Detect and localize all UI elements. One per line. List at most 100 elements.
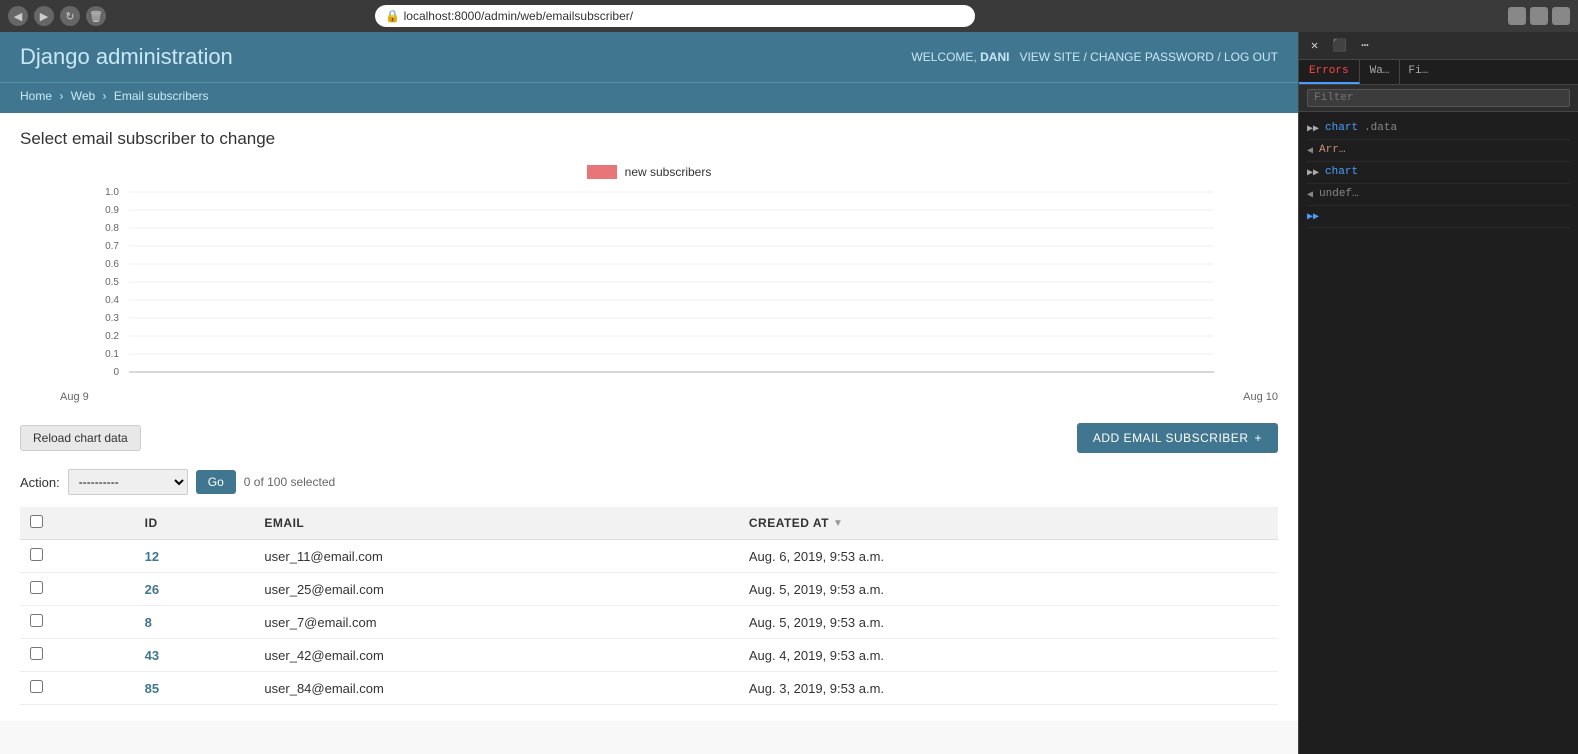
- row-id-link[interactable]: 12: [145, 549, 159, 564]
- add-email-subscriber-button[interactable]: ADD EMAIL SUBSCRIBER +: [1077, 423, 1278, 453]
- console-line-1: ▶▶ chart.data: [1307, 118, 1570, 140]
- devtools-close-btn[interactable]: ✕: [1307, 36, 1322, 55]
- row-id-link[interactable]: 43: [145, 648, 159, 663]
- table-row: 85 user_84@email.com Aug. 3, 2019, 9:53 …: [20, 672, 1278, 705]
- row-id-cell: 26: [135, 573, 255, 606]
- x-label-end: Aug 10: [1243, 391, 1278, 403]
- username: DANI: [980, 50, 1009, 64]
- chart-container: new subscribers 1.0 0.9 0.8 0.7 0.6 0.5 …: [20, 165, 1278, 403]
- forward-button[interactable]: ▶: [34, 6, 54, 26]
- reload-button[interactable]: ↻: [60, 6, 80, 26]
- row-checkbox-cell: [20, 606, 135, 639]
- stop-button[interactable]: 🗑: [86, 6, 106, 26]
- add-button-label: ADD EMAIL SUBSCRIBER: [1093, 431, 1249, 445]
- tab-errors[interactable]: Errors: [1299, 60, 1360, 84]
- row-created-at-cell: Aug. 4, 2019, 9:53 a.m.: [739, 639, 1278, 672]
- browser-actions: [1508, 7, 1570, 25]
- th-created-at[interactable]: CREATED AT ▼: [739, 507, 1278, 540]
- devtools-panel: ✕ ⬛ ⋯ Errors Wa… Fi… ▶▶ chart.data ◀ Arr…: [1298, 32, 1578, 754]
- action-row: Action: ---------- Go 0 of 100 selected: [20, 469, 1278, 495]
- admin-logo[interactable]: Django administration: [20, 44, 233, 70]
- svg-text:0.3: 0.3: [105, 313, 119, 324]
- data-table: ID EMAIL CREATED AT ▼: [20, 507, 1278, 705]
- arrow-4: ◀: [1307, 188, 1313, 203]
- reload-chart-button[interactable]: Reload chart data: [20, 425, 141, 451]
- filter-bar: [1299, 85, 1578, 112]
- actions-bar: Reload chart data ADD EMAIL SUBSCRIBER +: [20, 423, 1278, 453]
- view-site-link[interactable]: VIEW SITE: [1019, 50, 1080, 64]
- chart-area: 1.0 0.9 0.8 0.7 0.6 0.5 0.4 0.3 0.2 0.1 …: [60, 187, 1278, 403]
- row-checkbox[interactable]: [30, 680, 43, 693]
- legend-color-box: [587, 165, 617, 179]
- extension-button[interactable]: [1530, 7, 1548, 25]
- devtools-dots-btn[interactable]: ⋯: [1357, 36, 1372, 55]
- arrow-2: ◀: [1307, 144, 1313, 159]
- th-email: EMAIL: [254, 507, 738, 540]
- row-checkbox-cell: [20, 639, 135, 672]
- lock-icon: 🔒: [385, 9, 400, 23]
- change-password-link[interactable]: CHANGE PASSWORD: [1090, 50, 1214, 64]
- row-checkbox-cell: [20, 672, 135, 705]
- row-checkbox[interactable]: [30, 581, 43, 594]
- row-checkbox[interactable]: [30, 614, 43, 627]
- svg-text:1.0: 1.0: [105, 187, 119, 198]
- svg-text:0: 0: [113, 367, 119, 378]
- row-id-cell: 12: [135, 540, 255, 573]
- breadcrumb-home[interactable]: Home: [20, 89, 52, 103]
- row-email-cell: user_42@email.com: [254, 639, 738, 672]
- admin-user-info: WELCOME, DANI VIEW SITE / CHANGE PASSWOR…: [911, 50, 1278, 64]
- row-email-cell: user_7@email.com: [254, 606, 738, 639]
- row-id-link[interactable]: 85: [145, 681, 159, 696]
- console-text-1: chart: [1325, 120, 1358, 137]
- menu-button[interactable]: [1552, 7, 1570, 25]
- url-text: localhost:8000/admin/web/emailsubscriber…: [404, 9, 633, 23]
- table-row: 8 user_7@email.com Aug. 5, 2019, 9:53 a.…: [20, 606, 1278, 639]
- bookmark-button[interactable]: [1508, 7, 1526, 25]
- row-id-cell: 8: [135, 606, 255, 639]
- th-checkbox: [20, 507, 135, 540]
- chart-x-labels: Aug 9 Aug 10: [60, 387, 1278, 403]
- table-row: 43 user_42@email.com Aug. 4, 2019, 9:53 …: [20, 639, 1278, 672]
- admin-content: Django administration WELCOME, DANI VIEW…: [0, 32, 1298, 754]
- action-select[interactable]: ----------: [68, 469, 188, 495]
- devtools-body: ▶▶ chart.data ◀ Arr… ▶▶ chart ◀ undef… ▶…: [1299, 112, 1578, 754]
- devtools-toolbar: ✕ ⬛ ⋯: [1299, 32, 1578, 60]
- breadcrumb-web[interactable]: Web: [71, 89, 95, 103]
- add-icon: +: [1254, 431, 1262, 445]
- tab-warnings[interactable]: Wa…: [1360, 60, 1401, 84]
- svg-text:0.8: 0.8: [105, 223, 119, 234]
- expand-arrow-3[interactable]: ▶▶: [1307, 166, 1319, 181]
- expand-arrow-1[interactable]: ▶▶: [1307, 122, 1319, 137]
- legend-label: new subscribers: [625, 165, 712, 179]
- chart-legend: new subscribers: [20, 165, 1278, 179]
- breadcrumb-current: Email subscribers: [114, 89, 209, 103]
- filter-input[interactable]: [1307, 89, 1570, 107]
- expand-arrow-5[interactable]: ▶▶: [1307, 210, 1319, 225]
- devtools-tabs: Errors Wa… Fi…: [1299, 60, 1578, 85]
- svg-text:0.7: 0.7: [105, 241, 119, 252]
- back-button[interactable]: ◀: [8, 6, 28, 26]
- filter-label[interactable]: Fi…: [1404, 60, 1432, 84]
- breadcrumb: Home › Web › Email subscribers: [20, 89, 1278, 103]
- th-id: ID: [135, 507, 255, 540]
- console-line-5: ▶▶: [1307, 206, 1570, 228]
- select-all-checkbox[interactable]: [30, 515, 43, 528]
- content-area: Select email subscriber to change new su…: [0, 113, 1298, 721]
- svg-text:0.9: 0.9: [105, 205, 119, 216]
- go-button[interactable]: Go: [196, 470, 236, 494]
- address-bar[interactable]: 🔒 localhost:8000/admin/web/emailsubscrib…: [375, 5, 975, 27]
- row-id-link[interactable]: 8: [145, 615, 152, 630]
- selected-count: 0 of 100 selected: [244, 475, 335, 489]
- chart-svg: 1.0 0.9 0.8 0.7 0.6 0.5 0.4 0.3 0.2 0.1 …: [60, 187, 1278, 387]
- devtools-expand-btn[interactable]: ⬛: [1328, 36, 1351, 55]
- action-label: Action:: [20, 475, 60, 490]
- log-out-link[interactable]: LOG OUT: [1224, 50, 1278, 64]
- row-checkbox[interactable]: [30, 548, 43, 561]
- page-wrapper: Django administration WELCOME, DANI VIEW…: [0, 32, 1578, 754]
- row-id-link[interactable]: 26: [145, 582, 159, 597]
- row-created-at-cell: Aug. 6, 2019, 9:53 a.m.: [739, 540, 1278, 573]
- row-created-at-cell: Aug. 5, 2019, 9:53 a.m.: [739, 606, 1278, 639]
- console-text-3: chart: [1325, 164, 1358, 181]
- row-checkbox[interactable]: [30, 647, 43, 660]
- row-id-cell: 85: [135, 672, 255, 705]
